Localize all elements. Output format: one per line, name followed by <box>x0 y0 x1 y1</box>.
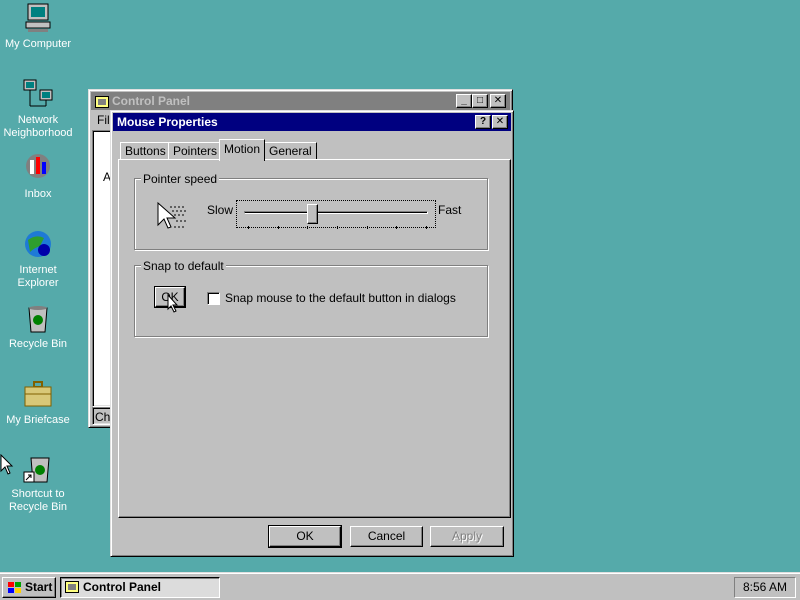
mouse-properties-title: Mouse Properties <box>117 115 218 129</box>
control-panel-icon <box>65 581 79 593</box>
control-panel-titlebar[interactable]: Control Panel _ □ ✕ <box>91 92 510 110</box>
desktop-icon-network-neighborhood[interactable]: Network Neighborhood <box>0 78 76 140</box>
desktop-icon-recycle-bin[interactable]: Recycle Bin <box>0 302 76 351</box>
ok-button-label: OK <box>296 529 314 543</box>
taskbar-item-control-panel[interactable]: Control Panel <box>60 577 220 598</box>
desktop-icon-label: Internet Explorer <box>17 264 59 289</box>
pointer-speed-slider-track[interactable] <box>244 211 428 214</box>
slider-tick <box>337 226 338 229</box>
slider-tick <box>307 226 308 229</box>
slider-tick <box>248 226 249 229</box>
mouse-properties-titlebar[interactable]: Mouse Properties ? ✕ <box>113 113 511 131</box>
snap-to-default-group-title: Snap to default <box>141 259 226 273</box>
cancel-button[interactable]: Cancel <box>350 526 423 547</box>
clock[interactable]: 8:56 AM <box>743 580 787 594</box>
recycle-bin-icon <box>22 302 54 334</box>
desktop-icon-my-computer[interactable]: My Computer <box>0 2 76 51</box>
tab-label: Pointers <box>173 144 218 158</box>
taskbar-item-label: Control Panel <box>83 580 162 594</box>
desktop-icon-label: Recycle Bin <box>8 338 68 350</box>
help-button[interactable]: ? <box>475 115 491 129</box>
pointer-speed-slider-focus <box>236 200 436 228</box>
pointer-trail-icon <box>157 201 186 229</box>
apply-button-label: Apply <box>451 529 483 543</box>
internet-explorer-icon <box>22 228 54 260</box>
control-panel-menu-file[interactable]: Fil <box>97 113 110 127</box>
cancel-button-label: Cancel <box>367 529 406 543</box>
my-computer-icon <box>22 2 54 34</box>
tab-general[interactable]: General <box>264 142 317 160</box>
tab-label: Motion <box>224 142 261 156</box>
desktop-icon-label: My Briefcase <box>6 414 70 426</box>
briefcase-icon <box>22 378 54 410</box>
desktop-icon-label: Network Neighborhood <box>3 114 73 139</box>
tab-label: Buttons <box>125 144 166 158</box>
close-button[interactable]: ✕ <box>490 94 506 108</box>
active-tab-seam <box>220 159 263 161</box>
slider-tick <box>396 226 397 229</box>
arrow-cursor-icon <box>0 454 14 475</box>
minimize-button[interactable]: _ <box>456 94 472 108</box>
start-label: Start <box>25 580 53 594</box>
desktop-icon-inbox[interactable]: Inbox <box>0 152 76 201</box>
tab-motion[interactable]: Motion <box>219 139 266 161</box>
inbox-icon <box>22 152 54 184</box>
pointer-speed-group-title: Pointer speed <box>141 172 220 186</box>
desktop-icon-label: My Computer <box>4 38 72 50</box>
slider-tick <box>278 226 279 229</box>
control-panel-status-bar: Ch <box>92 407 112 425</box>
fast-label: Fast <box>438 203 462 217</box>
slider-tick <box>426 226 427 229</box>
desktop-icon-my-briefcase[interactable]: My Briefcase <box>0 378 76 427</box>
tab-buttons[interactable]: Buttons <box>120 142 171 160</box>
control-panel-title: Control Panel <box>112 94 191 108</box>
tab-label: General <box>269 144 312 158</box>
arrow-cursor-icon <box>167 294 179 313</box>
apply-button[interactable]: Apply <box>430 526 504 547</box>
maximize-button[interactable]: □ <box>472 94 488 108</box>
close-button[interactable]: ✕ <box>492 115 508 129</box>
start-button[interactable]: Start <box>2 577 56 598</box>
snap-checkbox-label[interactable]: Snap mouse to the default button in dial… <box>225 291 456 305</box>
slider-tick <box>367 226 368 229</box>
pointer-speed-slider-thumb[interactable] <box>307 204 318 224</box>
desktop-icon-internet-explorer[interactable]: Internet Explorer <box>0 228 76 290</box>
ok-button[interactable]: OK <box>268 525 342 548</box>
tab-pointers[interactable]: Pointers <box>168 142 223 160</box>
slow-label: Slow <box>207 203 234 217</box>
snap-checkbox[interactable] <box>207 292 220 305</box>
windows-logo-icon <box>8 582 21 593</box>
desktop-icon-label: Inbox <box>24 188 52 200</box>
taskbar: Start Control Panel 8:56 AM <box>0 572 800 600</box>
desktop-icon-label: Shortcut to Recycle Bin <box>8 488 68 513</box>
system-tray: 8:56 AM <box>734 577 796 598</box>
network-neighborhood-icon <box>22 78 54 110</box>
control-panel-icon <box>95 95 109 108</box>
recycle-bin-shortcut-icon <box>22 452 54 484</box>
